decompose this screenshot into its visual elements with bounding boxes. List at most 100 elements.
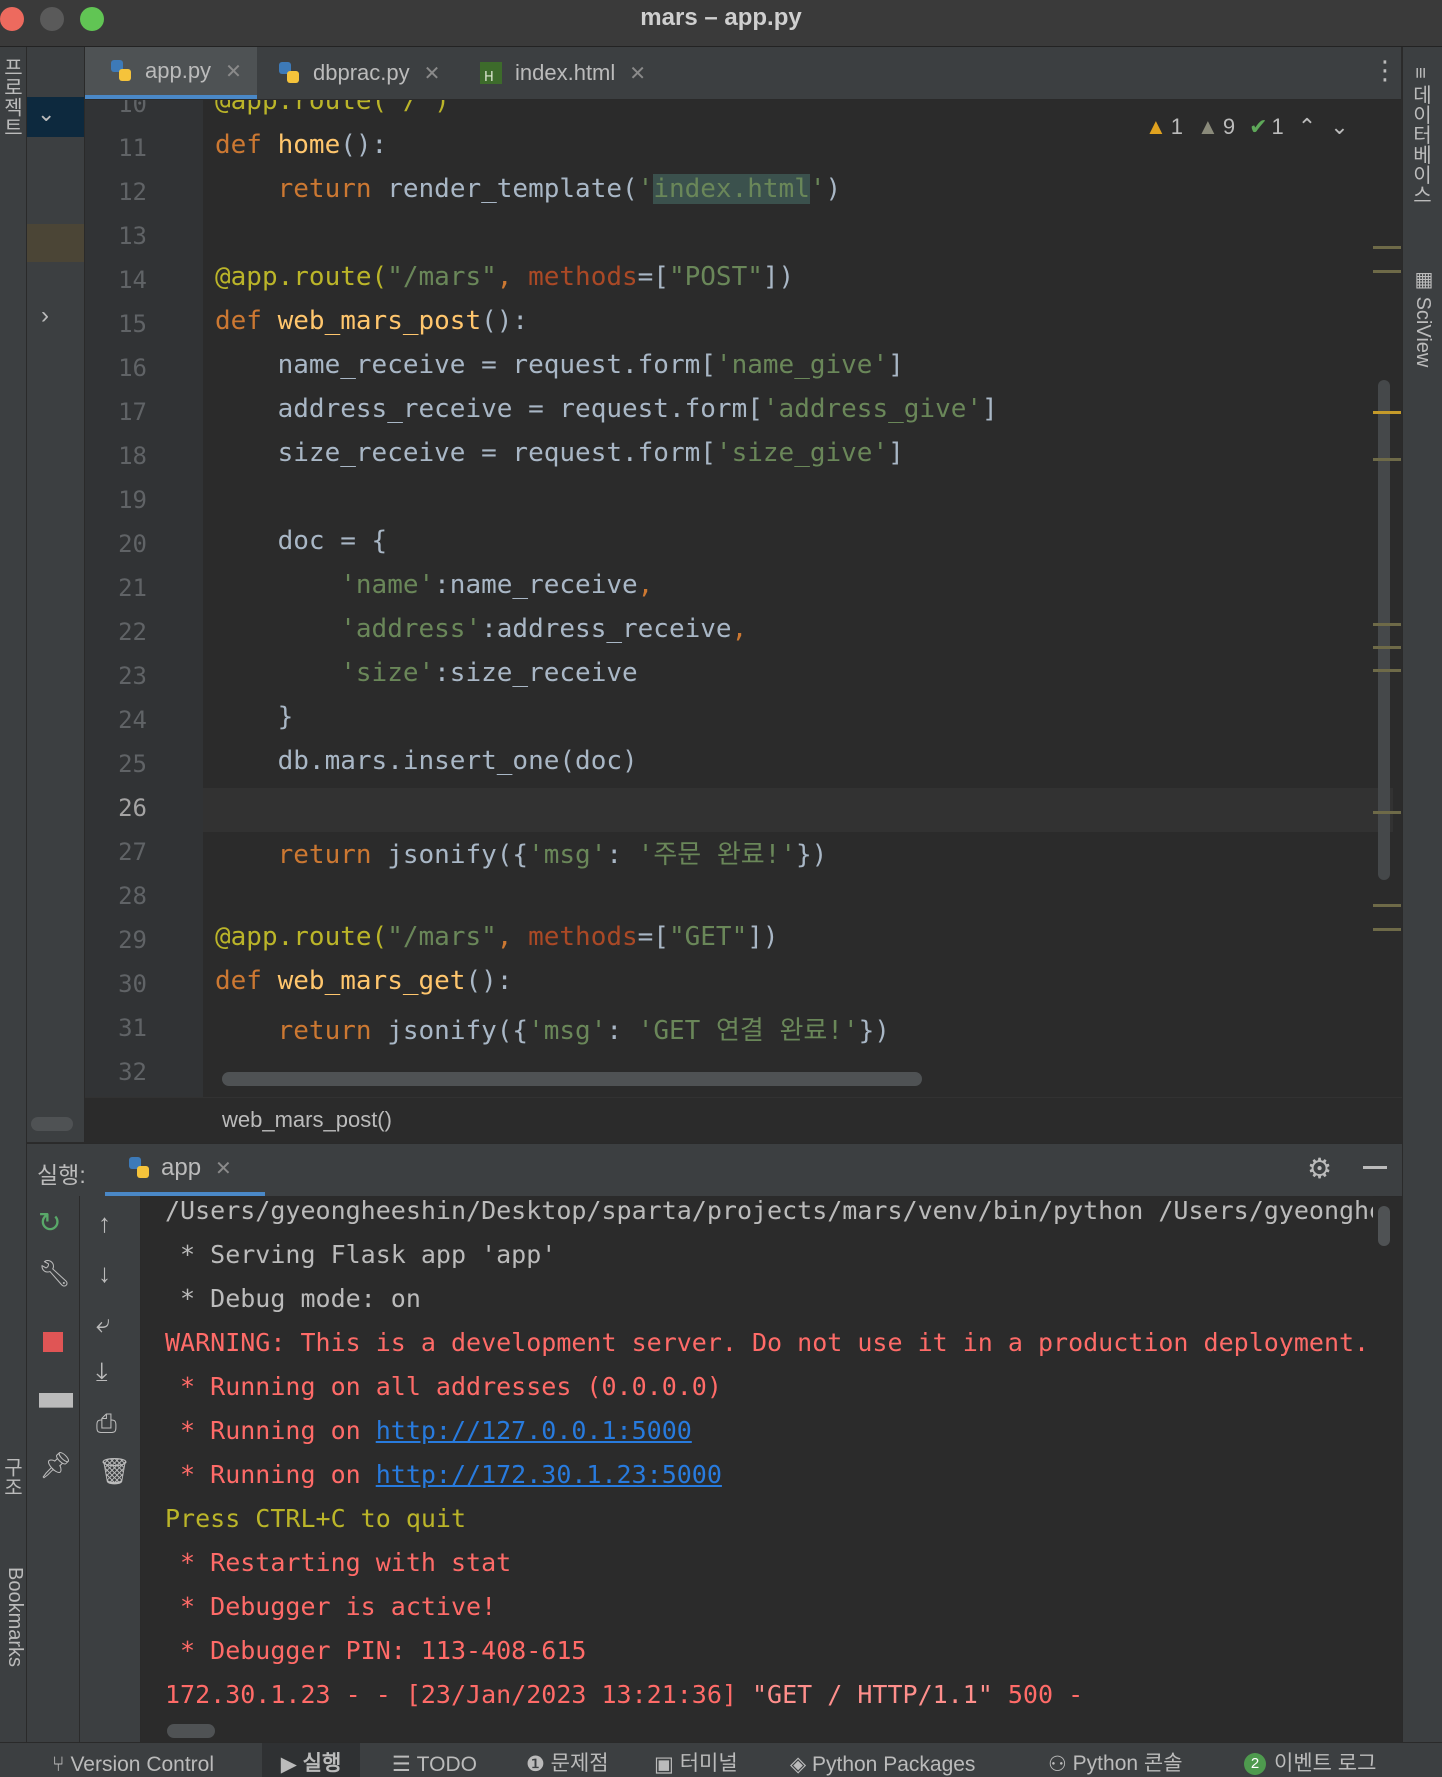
grid-icon: ▦ xyxy=(1412,267,1434,297)
next-highlight-icon[interactable]: ⌄ xyxy=(1330,114,1348,140)
gear-icon[interactable]: ⚙ xyxy=(1307,1152,1332,1185)
vertical-scrollbar[interactable] xyxy=(1378,380,1390,880)
close-tab-icon[interactable]: ✕ xyxy=(215,1156,232,1181)
inspection-widget[interactable]: ▲ 1 ▲ 9 ✔ 1 ⌃ ⌄ xyxy=(1145,114,1349,140)
code-line: 'address':address_receive, xyxy=(340,614,748,644)
line-number: 32 xyxy=(118,1058,147,1086)
console-link[interactable]: http://172.30.1.23:5000 xyxy=(376,1460,722,1489)
error-stripe-mark[interactable] xyxy=(1373,646,1401,649)
error-stripe-mark[interactable] xyxy=(1373,669,1401,672)
console-line: 172.30.1.23 - - [23/Jan/2023 13:21:36] "… xyxy=(165,1680,1084,1709)
trash-icon[interactable]: 🗑︎ xyxy=(98,1456,131,1487)
close-tab-icon[interactable]: ✕ xyxy=(424,61,441,86)
right-tool-strip: ≡ 데이터베이스 ▦ SciView xyxy=(1402,47,1442,1742)
pin-icon[interactable]: 📌︎ xyxy=(39,1450,72,1481)
packages-icon: ◈ xyxy=(790,1753,812,1776)
error-stripe-mark[interactable] xyxy=(1373,411,1401,414)
code-line: db.mars.insert_one(doc) xyxy=(277,746,638,776)
line-number: 25 xyxy=(118,750,147,778)
todo-tool-button[interactable]: ☰ TODO xyxy=(392,1743,477,1777)
error-stripe-mark[interactable] xyxy=(1373,458,1401,461)
console-vertical-scrollbar[interactable] xyxy=(1378,1206,1390,1246)
play-icon: ▶ xyxy=(280,1753,303,1776)
code-line: def home(): xyxy=(215,130,388,160)
problems-tool-button[interactable]: ❶ 문제점 xyxy=(526,1743,609,1777)
console-line: * Debugger is active! xyxy=(165,1592,497,1621)
stop-icon[interactable] xyxy=(43,1332,63,1352)
console-line: WARNING: This is a development server. D… xyxy=(165,1328,1370,1357)
editor-tab-bar: app.py ✕ dbprac.py ✕ H index.html ✕ ⋮ xyxy=(85,47,1401,100)
code-line: 'name':name_receive, xyxy=(340,570,654,600)
python-console-tool-button[interactable]: ⚇ Python 콘솔 xyxy=(1048,1743,1183,1777)
database-tool-button[interactable]: ≡ 데이터베이스 xyxy=(1409,67,1435,204)
more-options-icon[interactable]: ⋮ xyxy=(1372,55,1398,86)
horizontal-scrollbar[interactable] xyxy=(222,1072,922,1086)
current-line-highlight xyxy=(203,788,1393,832)
run-toolbar-primary: ↻ 🔧︎ ▀▀ 📌︎ xyxy=(27,1196,79,1742)
error-stripe-mark[interactable] xyxy=(1373,270,1401,273)
line-number: 18 xyxy=(118,442,147,470)
error-stripe-mark[interactable] xyxy=(1373,904,1401,907)
console-link[interactable]: http://127.0.0.1:5000 xyxy=(376,1416,692,1445)
error-stripe-mark[interactable] xyxy=(1373,928,1401,931)
arrow-up-icon[interactable]: ↑ xyxy=(98,1208,111,1239)
error-stripe-mark[interactable] xyxy=(1373,246,1401,249)
run-tab-app[interactable]: app ✕ xyxy=(105,1144,265,1196)
line-number: 12 xyxy=(118,178,147,206)
sciview-tool-button[interactable]: ▦ SciView xyxy=(1409,267,1435,367)
breadcrumb-item[interactable]: web_mars_post() xyxy=(222,1107,392,1133)
arrow-down-icon[interactable]: ↓ xyxy=(98,1258,111,1289)
title-bar: mars – app.py xyxy=(0,0,1442,47)
console-output[interactable]: /Users/gyeongheeshin/Desktop/sparta/proj… xyxy=(141,1196,1373,1742)
chevron-down-icon[interactable]: ⌄ xyxy=(37,101,55,127)
window-title: mars – app.py xyxy=(640,4,802,31)
minimize-panel-icon[interactable] xyxy=(1363,1166,1387,1169)
run-panel-label: 실행: xyxy=(37,1162,86,1188)
terminal-icon: ▣ xyxy=(654,1753,680,1776)
horizontal-scrollbar[interactable] xyxy=(31,1117,73,1131)
rerun-icon[interactable]: ↻ xyxy=(38,1206,61,1239)
tab-app-py[interactable]: app.py ✕ xyxy=(85,47,257,99)
close-tab-icon[interactable]: ✕ xyxy=(225,59,242,84)
project-tree-selected-row[interactable]: ⌄ xyxy=(27,97,84,137)
tab-dbprac-py[interactable]: dbprac.py ✕ xyxy=(275,47,440,99)
code-line: 'size':size_receive xyxy=(340,658,638,688)
console-line: * Restarting with stat xyxy=(165,1548,512,1577)
code-editor[interactable]: 10 11 12 13 14 15 16 17 18 19 20 21 22 23 24 25 26 27 28 29… xyxy=(85,100,1402,1097)
structure-tool-button[interactable]: 구조 xyxy=(0,1457,26,1497)
svg-text:H: H xyxy=(484,70,494,85)
line-number: 13 xyxy=(118,222,147,250)
run-panel-header: 실행: app ✕ ⚙ xyxy=(27,1143,1402,1197)
tab-index-html[interactable]: H index.html ✕ xyxy=(477,47,646,99)
scroll-to-end-icon[interactable]: ⤓ xyxy=(96,1356,108,1388)
layout-icon[interactable]: ▀▀ xyxy=(39,1394,73,1422)
print-icon[interactable]: ⎙ xyxy=(96,1408,117,1440)
project-tool-button[interactable]: 프로젝트 xyxy=(0,57,26,137)
error-stripe-mark[interactable] xyxy=(1373,811,1401,814)
error-stripe-mark[interactable] xyxy=(1373,623,1401,626)
warning-icon: ▲ xyxy=(1145,114,1167,139)
terminal-tool-button[interactable]: ▣ 터미널 xyxy=(654,1743,738,1777)
version-control-button[interactable]: ⑂ Version Control xyxy=(52,1743,214,1777)
wrench-icon[interactable]: 🔧︎ xyxy=(38,1258,71,1289)
line-number: 28 xyxy=(118,882,147,910)
soft-wrap-icon[interactable]: ⤶ xyxy=(96,1308,111,1340)
console-line: * Debugger PIN: 113-408-615 xyxy=(165,1636,587,1665)
breadcrumb: web_mars_post() xyxy=(85,1097,1402,1144)
previous-highlight-icon[interactable]: ⌃ xyxy=(1298,114,1316,140)
close-tab-icon[interactable]: ✕ xyxy=(629,61,646,86)
line-number: 22 xyxy=(118,618,147,646)
python-packages-tool-button[interactable]: ◈ Python Packages xyxy=(790,1743,975,1777)
event-log-tool-button[interactable]: 2 이벤트 로그 xyxy=(1244,1743,1376,1777)
console-horizontal-scrollbar[interactable] xyxy=(167,1724,215,1738)
run-toolbar-secondary: ↑ ↓ ⤶ ⤓ ⎙ 🗑︎ xyxy=(80,1196,141,1742)
line-number: 30 xyxy=(118,970,147,998)
problems-icon: ❶ xyxy=(526,1753,551,1776)
bookmarks-tool-button[interactable]: Bookmarks xyxy=(0,1567,26,1667)
html-file-icon: H xyxy=(477,59,505,87)
chevron-right-icon[interactable]: › xyxy=(41,302,49,330)
tool-window-bar: ⑂ Version Control ▶ 실행 ☰ TODO ❶ 문제점 ▣ 터미… xyxy=(0,1742,1442,1777)
project-tree-row[interactable] xyxy=(27,224,84,262)
run-tool-button[interactable]: ▶ 실행 xyxy=(262,1743,360,1777)
typo-check-icon: ✔ xyxy=(1249,114,1268,139)
